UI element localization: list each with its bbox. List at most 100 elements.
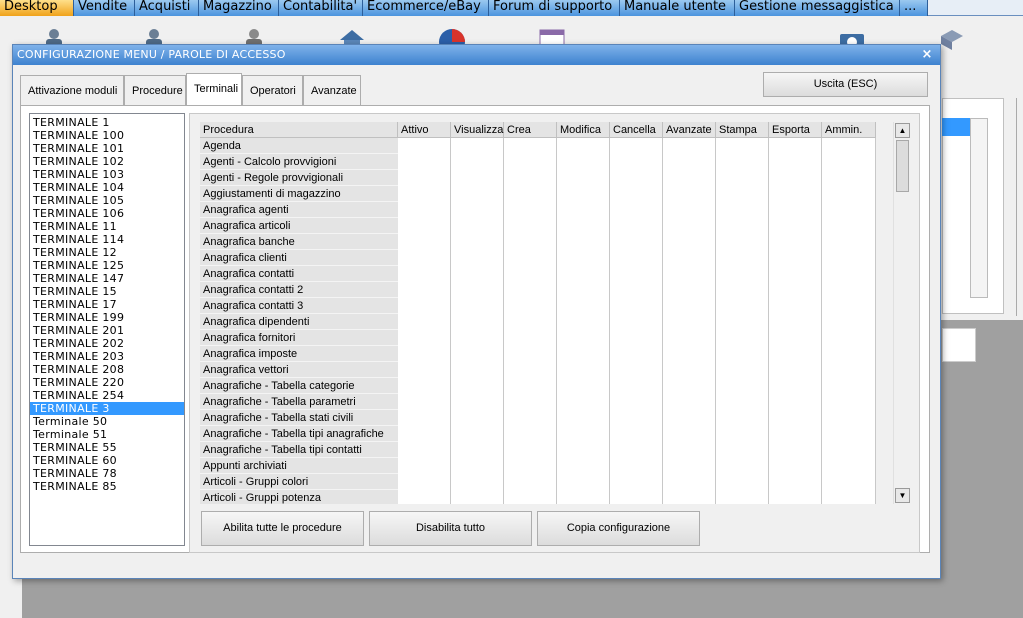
tab-operatori[interactable]: Operatori [242,75,303,105]
terminal-list-item[interactable]: TERMINALE 12 [30,246,184,259]
terminal-list-item[interactable]: TERMINALE 106 [30,207,184,220]
terminal-list-item[interactable]: TERMINALE 3 [30,402,184,415]
terminal-list-item[interactable]: TERMINALE 102 [30,155,184,168]
scroll-thumb[interactable] [896,140,909,192]
grid-header-modifica[interactable]: Modifica [557,122,610,138]
top-tab-magazzino[interactable]: Magazzino [199,0,279,16]
grid-row-procedure[interactable]: Anagrafica agenti [200,202,398,218]
tab-terminali[interactable]: Terminali [186,73,242,106]
grid-row-procedure[interactable]: Anagrafica dipendenti [200,314,398,330]
terminal-list-item[interactable]: TERMINALE 101 [30,142,184,155]
grid-column-crea[interactable] [504,138,557,504]
top-tab-acquisti[interactable]: Acquisti [135,0,199,16]
grid-row-procedure[interactable]: Anagrafica contatti [200,266,398,282]
terminal-list-item[interactable]: TERMINALE 203 [30,350,184,363]
terminal-list-item[interactable]: TERMINALE 78 [30,467,184,480]
disable-all-button[interactable]: Disabilita tutto [369,511,532,546]
terminal-list-item[interactable]: TERMINALE 105 [30,194,184,207]
grid-column-attivo[interactable] [398,138,451,504]
terminal-list-item[interactable]: Terminale 51 [30,428,184,441]
top-tab-vendite[interactable]: Vendite [74,0,135,16]
terminal-list-item[interactable]: TERMINALE 254 [30,389,184,402]
grid-row-procedure[interactable]: Articoli - Gruppi colori [200,474,398,490]
terminal-list-item[interactable]: TERMINALE 11 [30,220,184,233]
grid-scrollbar[interactable]: ▲ ▼ [893,122,910,504]
grid-row-procedure[interactable]: Anagrafiche - Tabella categorie [200,378,398,394]
exit-button[interactable]: Uscita (ESC) [763,72,928,97]
top-tab-more[interactable]: ... [900,0,928,16]
top-tab-contabilita[interactable]: Contabilita' [279,0,363,16]
grid-header-esporta[interactable]: Esporta [769,122,822,138]
grid-header-attivo[interactable]: Attivo [398,122,451,138]
grid-header-avanzate[interactable]: Avanzate [663,122,716,138]
grid-row-procedure[interactable]: Anagrafica contatti 2 [200,282,398,298]
terminal-list-item[interactable]: TERMINALE 85 [30,480,184,493]
grid-header-procedura[interactable]: Procedura [200,122,398,138]
terminal-list-item[interactable]: TERMINALE 201 [30,324,184,337]
background-selected-row [942,118,972,136]
grid-row-procedure[interactable]: Anagrafica banche [200,234,398,250]
grid-column-esporta[interactable] [769,138,822,504]
enable-all-button[interactable]: Abilita tutte le procedure [201,511,364,546]
background-scrollbar[interactable] [970,118,988,298]
grid-row-procedure[interactable]: Anagrafiche - Tabella parametri [200,394,398,410]
terminal-list-item[interactable]: Terminale 50 [30,415,184,428]
tab-procedure[interactable]: Procedure [124,75,186,105]
terminal-list-item[interactable]: TERMINALE 15 [30,285,184,298]
terminal-list-item[interactable]: TERMINALE 100 [30,129,184,142]
grid-row-procedure[interactable]: Articoli - Gruppi potenza [200,490,398,504]
terminal-list-item[interactable]: TERMINALE 60 [30,454,184,467]
grid-column-stampa[interactable] [716,138,769,504]
top-tab-desktop[interactable]: Desktop [0,0,74,16]
terminal-list-item[interactable]: TERMINALE 103 [30,168,184,181]
grid-column-avanzate[interactable] [663,138,716,504]
box-icon[interactable] [938,28,966,50]
grid-row-procedure[interactable]: Anagrafica imposte [200,346,398,362]
terminal-list-item[interactable]: TERMINALE 55 [30,441,184,454]
grid-row-procedure[interactable]: Agenti - Calcolo provvigioni [200,154,398,170]
permissions-grid[interactable]: Procedura Attivo Visualizza Crea Modific… [200,122,876,504]
terminal-list-item[interactable]: TERMINALE 202 [30,337,184,350]
terminal-list-item[interactable]: TERMINALE 17 [30,298,184,311]
grid-header-cancella[interactable]: Cancella [610,122,663,138]
top-tab-ecommerce[interactable]: Ecommerce/eBay [363,0,489,16]
terminal-list-item[interactable]: TERMINALE 104 [30,181,184,194]
grid-row-procedure[interactable]: Agenti - Regole provvigionali [200,170,398,186]
grid-row-procedure[interactable]: Anagrafiche - Tabella tipi contatti [200,442,398,458]
tab-avanzate[interactable]: Avanzate [303,75,361,105]
top-tab-manuale[interactable]: Manuale utente [620,0,735,16]
tab-attivazione-moduli[interactable]: Attivazione moduli [20,75,124,105]
grid-row-procedure[interactable]: Anagrafica articoli [200,218,398,234]
grid-row-procedure[interactable]: Agenda [200,138,398,154]
terminal-list-item[interactable]: TERMINALE 147 [30,272,184,285]
grid-row-procedure[interactable]: Appunti archiviati [200,458,398,474]
grid-row-procedure[interactable]: Anagrafica contatti 3 [200,298,398,314]
top-tab-messaggistica[interactable]: Gestione messaggistica [735,0,900,16]
grid-row-procedure[interactable]: Anagrafiche - Tabella tipi anagrafiche [200,426,398,442]
terminal-list-item[interactable]: TERMINALE 208 [30,363,184,376]
grid-row-procedure[interactable]: Aggiustamenti di magazzino [200,186,398,202]
grid-column-cancella[interactable] [610,138,663,504]
copy-config-button[interactable]: Copia configurazione [537,511,700,546]
scroll-down-button[interactable]: ▼ [895,488,910,503]
terminal-list-item[interactable]: TERMINALE 114 [30,233,184,246]
grid-row-procedure[interactable]: Anagrafiche - Tabella stati civili [200,410,398,426]
top-tab-forum[interactable]: Forum di supporto [489,0,620,16]
terminal-list[interactable]: TERMINALE 1 TERMINALE 100 TERMINALE 101 TER… [29,113,185,546]
terminal-list-item[interactable]: TERMINALE 1 [30,116,184,129]
grid-header-ammin[interactable]: Ammin. [822,122,876,138]
grid-column-ammin[interactable] [822,138,876,504]
grid-header-crea[interactable]: Crea [504,122,557,138]
terminal-list-item[interactable]: TERMINALE 125 [30,259,184,272]
grid-header-stampa[interactable]: Stampa [716,122,769,138]
terminal-list-item[interactable]: TERMINALE 199 [30,311,184,324]
scroll-up-button[interactable]: ▲ [895,123,910,138]
grid-row-procedure[interactable]: Anagrafica fornitori [200,330,398,346]
terminal-list-item[interactable]: TERMINALE 220 [30,376,184,389]
close-icon[interactable]: × [920,48,934,62]
grid-column-visualizza[interactable] [451,138,504,504]
grid-header-visualizza[interactable]: Visualizza [451,122,504,138]
grid-column-modifica[interactable] [557,138,610,504]
grid-row-procedure[interactable]: Anagrafica clienti [200,250,398,266]
grid-row-procedure[interactable]: Anagrafica vettori [200,362,398,378]
